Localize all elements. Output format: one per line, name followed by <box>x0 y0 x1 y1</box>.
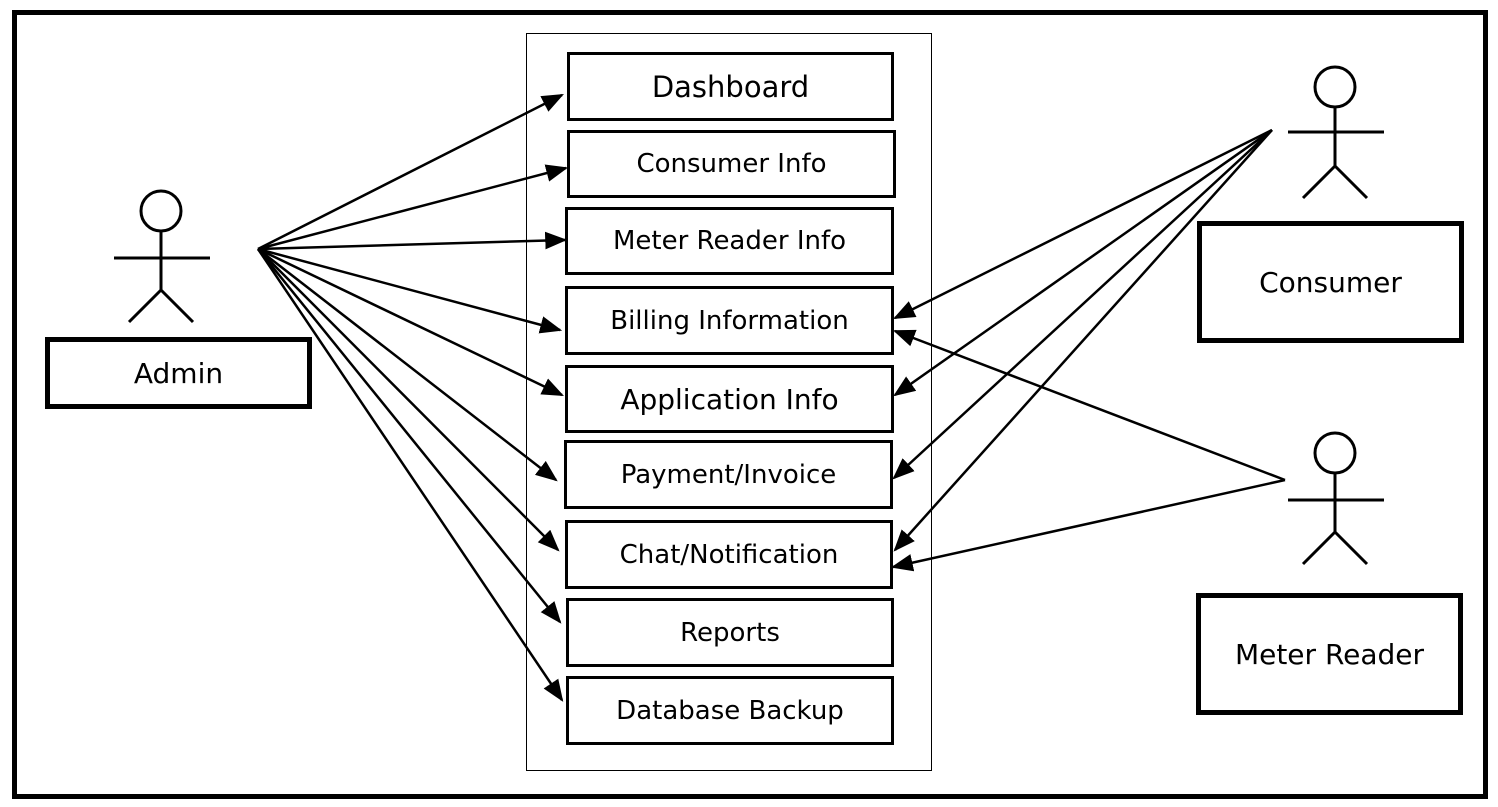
association-consumer-to-application-info <box>893 128 1273 397</box>
association-admin-to-database-backup <box>256 248 564 702</box>
association-consumer-to-payment-invoice <box>892 129 1273 480</box>
association-consumer-to-billing-information <box>893 128 1273 320</box>
association-admin-to-reports <box>257 248 562 624</box>
association-admin-to-application-info <box>257 247 564 397</box>
association-meter-reader-to-billing-information <box>892 329 1286 482</box>
association-admin-to-chat-notification <box>257 248 560 552</box>
association-admin-to-dashboard <box>257 93 564 251</box>
associations-layer <box>256 93 1286 702</box>
association-admin-to-consumer-info <box>257 164 569 251</box>
association-consumer-to-chat-notification <box>893 129 1273 552</box>
association-meter-reader-to-chat-notification <box>890 478 1286 572</box>
association-admin-to-meter-reader-info <box>257 231 568 251</box>
association-admin-to-payment-invoice <box>257 248 558 482</box>
